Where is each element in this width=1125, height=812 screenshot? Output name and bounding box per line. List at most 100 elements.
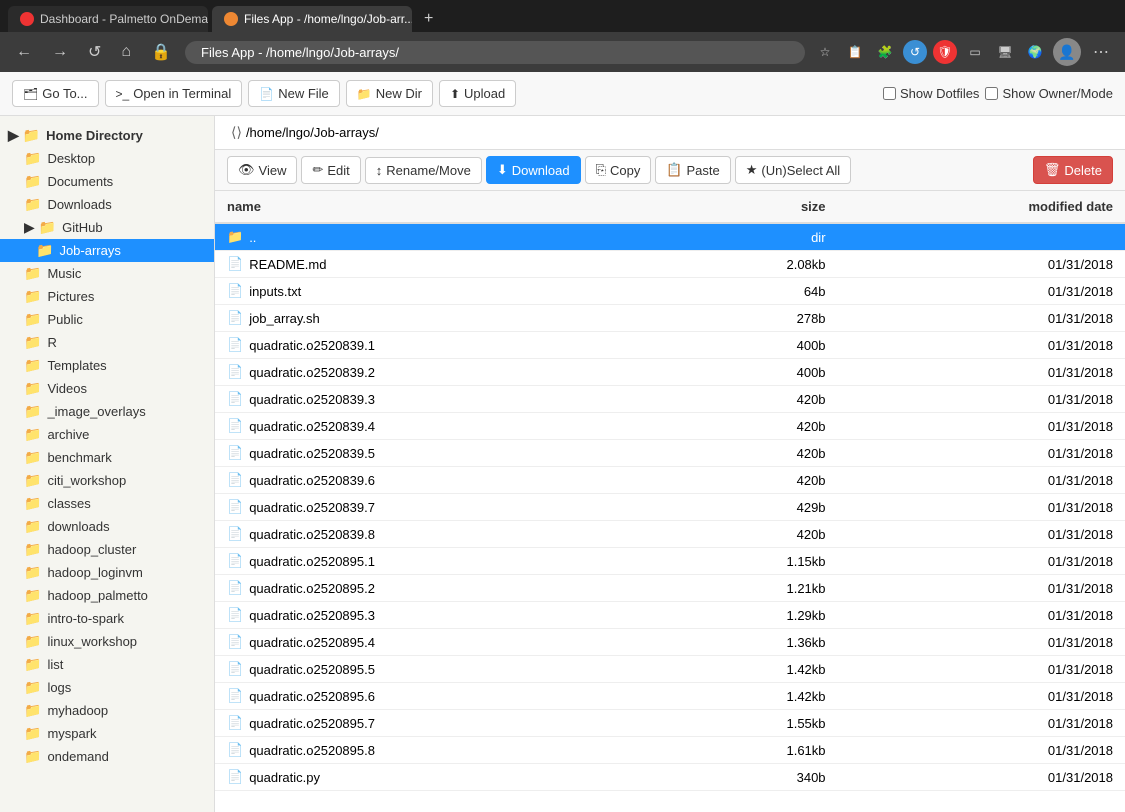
edit-button[interactable]: ✏ Edit: [301, 156, 360, 184]
unselect-button[interactable]: ★ (Un)Select All: [735, 156, 851, 184]
upload-button[interactable]: ⬆ Upload: [439, 80, 516, 107]
sidebar-item-hadoop-loginvm[interactable]: 📁 hadoop_loginvm: [0, 561, 214, 584]
bookmark-star-icon[interactable]: ☆: [813, 40, 837, 64]
table-row[interactable]: 📄quadratic.o2520839.1400b01/31/2018: [215, 332, 1125, 359]
forward-button[interactable]: →: [46, 41, 74, 63]
sidebar-linux-workshop-label: linux_workshop: [47, 634, 137, 649]
table-row[interactable]: 📄quadratic.o2520895.81.61kb01/31/2018: [215, 737, 1125, 764]
sidebar-item-citi-workshop[interactable]: 📁 citi_workshop: [0, 469, 214, 492]
menu-button[interactable]: ⋯: [1087, 40, 1115, 64]
lock-button[interactable]: 🔒: [145, 40, 177, 64]
table-row[interactable]: 📄README.md2.08kb01/31/2018: [215, 251, 1125, 278]
reload-button[interactable]: ↺: [82, 40, 107, 64]
sidebar-item-downloads2[interactable]: 📁 downloads: [0, 515, 214, 538]
sidebar-item-music[interactable]: 📁 Music: [0, 262, 214, 285]
address-bar[interactable]: [185, 41, 805, 64]
download-button[interactable]: ⬇ Download: [486, 156, 581, 184]
view-button[interactable]: 👁 View: [227, 156, 297, 184]
sidebar-item-myspark[interactable]: 📁 myspark: [0, 722, 214, 745]
hadoop-loginvm-folder-icon: 📁: [24, 564, 41, 581]
table-row[interactable]: 📄quadratic.py340b01/31/2018: [215, 764, 1125, 791]
table-row[interactable]: 📄quadratic.o2520895.51.42kb01/31/2018: [215, 656, 1125, 683]
delete-button[interactable]: 🗑 Delete: [1033, 156, 1113, 184]
table-row[interactable]: 📄quadratic.o2520895.61.42kb01/31/2018: [215, 683, 1125, 710]
tab-manager-icon[interactable]: ▭: [963, 40, 987, 64]
new-file-button[interactable]: 📄 New File: [248, 80, 340, 107]
table-row[interactable]: 📄quadratic.o2520895.11.15kb01/31/2018: [215, 548, 1125, 575]
table-row[interactable]: 📄quadratic.o2520839.8420b01/31/2018: [215, 521, 1125, 548]
rename-button[interactable]: ↕ Rename/Move: [365, 157, 482, 184]
table-row[interactable]: 📄quadratic.o2520839.7429b01/31/2018: [215, 494, 1125, 521]
sidebar-music-label: Music: [47, 266, 81, 281]
tab-2[interactable]: Files App - /home/lngo/Job-arr... ✕: [212, 6, 412, 32]
sidebar-item-job-arrays[interactable]: 📁 Job-arrays: [0, 239, 214, 262]
table-row[interactable]: 📄quadratic.o2520895.21.21kb01/31/2018: [215, 575, 1125, 602]
sidebar-myhadoop-label: myhadoop: [47, 703, 108, 718]
table-row[interactable]: 📄quadratic.o2520895.31.29kb01/31/2018: [215, 602, 1125, 629]
table-row[interactable]: 📄quadratic.o2520895.71.55kb01/31/2018: [215, 710, 1125, 737]
sidebar-item-ondemand[interactable]: 📁 ondemand: [0, 745, 214, 768]
documents-folder-icon: 📁: [24, 173, 41, 190]
sidebar-item-classes[interactable]: 📁 classes: [0, 492, 214, 515]
file-icon: 📄: [227, 553, 243, 569]
sidebar-item-image-overlays[interactable]: 📁 _image_overlays: [0, 400, 214, 423]
sidebar-item-hadoop-cluster[interactable]: 📁 hadoop_cluster: [0, 538, 214, 561]
sidebar-ondemand-label: ondemand: [47, 749, 108, 764]
sidebar-item-hadoop-palmetto[interactable]: 📁 hadoop_palmetto: [0, 584, 214, 607]
back-button[interactable]: ←: [10, 41, 38, 63]
table-row[interactable]: 📄quadratic.o2520839.6420b01/31/2018: [215, 467, 1125, 494]
sidebar-item-documents[interactable]: 📁 Documents: [0, 170, 214, 193]
sidebar-item-logs[interactable]: 📁 logs: [0, 676, 214, 699]
table-row[interactable]: 📄quadratic.o2520839.2400b01/31/2018: [215, 359, 1125, 386]
new-tab-button[interactable]: +: [416, 6, 441, 32]
sidebar-item-home-directory[interactable]: ▶ 📁 Home Directory: [0, 124, 214, 147]
table-row[interactable]: 📄quadratic.o2520839.3420b01/31/2018: [215, 386, 1125, 413]
sidebar-item-benchmark[interactable]: 📁 benchmark: [0, 446, 214, 469]
vpn-icon[interactable]: 🛡: [933, 40, 957, 64]
file-date: [838, 223, 1125, 251]
sidebar-item-archive[interactable]: 📁 archive: [0, 423, 214, 446]
show-dotfiles-checkbox[interactable]: [883, 87, 896, 100]
sidebar-item-templates[interactable]: 📁 Templates: [0, 354, 214, 377]
sidebar-item-r[interactable]: 📁 R: [0, 331, 214, 354]
table-row[interactable]: 📄quadratic.o2520839.4420b01/31/2018: [215, 413, 1125, 440]
sidebar-item-intro-to-spark[interactable]: 📁 intro-to-spark: [0, 607, 214, 630]
table-row[interactable]: 📄quadratic.o2520839.5420b01/31/2018: [215, 440, 1125, 467]
reading-list-icon[interactable]: 📋: [843, 40, 867, 64]
sidebar-item-myhadoop[interactable]: 📁 myhadoop: [0, 699, 214, 722]
table-row[interactable]: 📄inputs.txt64b01/31/2018: [215, 278, 1125, 305]
table-row[interactable]: 📄job_array.sh278b01/31/2018: [215, 305, 1125, 332]
extensions-icon[interactable]: 🧩: [873, 40, 897, 64]
sidebar-item-linux-workshop[interactable]: 📁 linux_workshop: [0, 630, 214, 653]
sidebar-item-github[interactable]: ▶ 📁 GitHub: [0, 216, 214, 239]
sidebar-item-downloads[interactable]: 📁 Downloads: [0, 193, 214, 216]
edit-label: Edit: [327, 163, 349, 178]
file-name-cell: 📄quadratic.o2520839.7: [215, 494, 671, 521]
home-button[interactable]: ⌂: [115, 41, 137, 63]
show-owner-label[interactable]: Show Owner/Mode: [985, 86, 1113, 101]
goto-button[interactable]: 🗂 Go To...: [12, 80, 99, 107]
copy-button[interactable]: ⎘ Copy: [585, 156, 652, 184]
file-toolbar: 👁 View ✏ Edit ↕ Rename/Move ⬇ Download ⎘: [215, 150, 1125, 191]
sidebar-videos-label: Videos: [47, 381, 87, 396]
show-dotfiles-label[interactable]: Show Dotfiles: [883, 86, 979, 101]
tab-1[interactable]: Dashboard - Palmetto OnDema... ✕: [8, 6, 208, 32]
show-owner-checkbox[interactable]: [985, 87, 998, 100]
sidebar-item-list[interactable]: 📁 list: [0, 653, 214, 676]
sidebar-item-desktop[interactable]: 📁 Desktop: [0, 147, 214, 170]
file-name-cell: 📄quadratic.o2520895.6: [215, 683, 671, 710]
sync-icon[interactable]: ↺: [903, 40, 927, 64]
globe-icon[interactable]: 🌍: [1023, 40, 1047, 64]
sidebar-item-videos[interactable]: 📁 Videos: [0, 377, 214, 400]
table-row[interactable]: 📁..dir: [215, 223, 1125, 251]
table-row[interactable]: 📄quadratic.o2520895.41.36kb01/31/2018: [215, 629, 1125, 656]
sidebar-item-public[interactable]: 📁 Public: [0, 308, 214, 331]
linux-workshop-folder-icon: 📁: [24, 633, 41, 650]
user-avatar[interactable]: 👤: [1053, 38, 1081, 66]
new-dir-button[interactable]: 📁 New Dir: [346, 80, 433, 107]
paste-button[interactable]: 📋 Paste: [655, 156, 730, 184]
screen-icon[interactable]: 🖥: [993, 40, 1017, 64]
file-list-container: name size modified date 📁..dir📄README.md…: [215, 191, 1125, 812]
terminal-button[interactable]: >_ Open in Terminal: [105, 80, 243, 107]
sidebar-item-pictures[interactable]: 📁 Pictures: [0, 285, 214, 308]
